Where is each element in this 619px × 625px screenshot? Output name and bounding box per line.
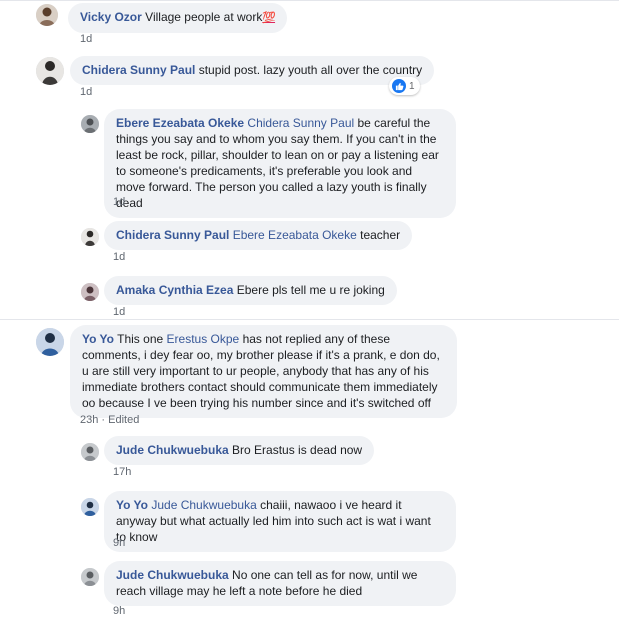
- comment-timestamp[interactable]: 1d: [113, 251, 125, 263]
- comment-bubble: Chidera Sunny Paul stupid post. lazy you…: [70, 56, 435, 85]
- comment-text-before: This one: [117, 332, 164, 346]
- comment-bubble: Yo Yo This one Erestus Okpe has not repl…: [70, 325, 457, 418]
- avatar[interactable]: [36, 57, 64, 85]
- thread-divider: [0, 319, 619, 320]
- like-icon: [392, 79, 406, 93]
- comment-timestamp[interactable]: 9h: [113, 605, 125, 617]
- person-icon: [81, 498, 99, 516]
- avatar[interactable]: [36, 4, 58, 26]
- person-icon: [81, 115, 99, 133]
- avatar[interactable]: [36, 328, 64, 356]
- avatar[interactable]: [81, 115, 99, 133]
- comment-author[interactable]: Vicky Ozor: [80, 10, 142, 24]
- comment-author[interactable]: Amaka Cynthia Ezea: [116, 283, 233, 297]
- person-icon: [36, 328, 64, 356]
- comment-text: teacher: [360, 228, 401, 242]
- avatar[interactable]: [81, 283, 99, 301]
- comment-bubble: Chidera Sunny Paul Ebere Ezeabata Okeke …: [104, 221, 413, 250]
- edited-label[interactable]: Edited: [108, 414, 139, 426]
- comment-timestamp[interactable]: 9h: [113, 537, 125, 549]
- comment-bubble: Amaka Cynthia Ezea Ebere pls tell me u r…: [104, 276, 397, 305]
- person-icon: [81, 283, 99, 301]
- person-icon: [81, 443, 99, 461]
- avatar[interactable]: [81, 443, 99, 461]
- mention-link[interactable]: Ebere Ezeabata Okeke: [233, 228, 357, 242]
- comment-timestamp: 23h · Edited: [80, 414, 140, 426]
- comment-text: stupid post. lazy youth all over the cou…: [198, 63, 423, 77]
- comment-text: Ebere pls tell me u re joking: [236, 283, 385, 297]
- comment-bubble: Jude Chukwuebuka Bro Erastus is dead now: [104, 436, 375, 465]
- person-icon: [81, 228, 99, 246]
- comment-bubble: Jude Chukwuebuka No one can tell as for …: [104, 561, 456, 606]
- person-icon: [36, 4, 58, 26]
- person-icon: [81, 568, 99, 586]
- comment-timestamp[interactable]: 17h: [113, 466, 131, 478]
- comment-timestamp[interactable]: 1d: [113, 306, 125, 318]
- comment-text: be careful the things you say and to who…: [116, 116, 439, 210]
- comment-author[interactable]: Yo Yo: [116, 498, 148, 512]
- mention-link[interactable]: Chidera Sunny Paul: [247, 116, 354, 130]
- comment-timestamp[interactable]: 1d: [80, 86, 92, 98]
- comment-author[interactable]: Jude Chukwuebuka: [116, 443, 229, 457]
- avatar[interactable]: [81, 498, 99, 516]
- person-icon: [36, 57, 64, 85]
- comment-timestamp[interactable]: 1d: [113, 196, 125, 208]
- comment-text: Village people at work: [145, 10, 263, 24]
- timestamp-link[interactable]: 23h: [80, 414, 98, 426]
- reaction-number: 1: [409, 80, 415, 92]
- comment-author[interactable]: Ebere Ezeabata Okeke: [116, 116, 244, 130]
- comment-bubble: Yo Yo Jude Chukwuebuka chaiii, nawaoo i …: [104, 491, 456, 552]
- hundred-emoji-icon: 💯: [262, 12, 276, 24]
- comment-author[interactable]: Yo Yo: [82, 332, 114, 346]
- comment-timestamp[interactable]: 1d: [80, 33, 92, 45]
- comment-bubble: Vicky Ozor Village people at work💯: [68, 3, 288, 33]
- mention-link[interactable]: Jude Chukwuebuka: [151, 498, 256, 512]
- reaction-count[interactable]: 1: [389, 77, 420, 95]
- comment-author[interactable]: Jude Chukwuebuka: [116, 568, 229, 582]
- mention-link[interactable]: Erestus Okpe: [167, 332, 240, 346]
- comment-bubble: Ebere Ezeabata Okeke Chidera Sunny Paul …: [104, 109, 456, 218]
- top-divider: [0, 0, 619, 1]
- comment-author[interactable]: Chidera Sunny Paul: [116, 228, 229, 242]
- avatar[interactable]: [81, 228, 99, 246]
- comment-author[interactable]: Chidera Sunny Paul: [82, 63, 195, 77]
- avatar[interactable]: [81, 568, 99, 586]
- comment-text: Bro Erastus is dead now: [232, 443, 363, 457]
